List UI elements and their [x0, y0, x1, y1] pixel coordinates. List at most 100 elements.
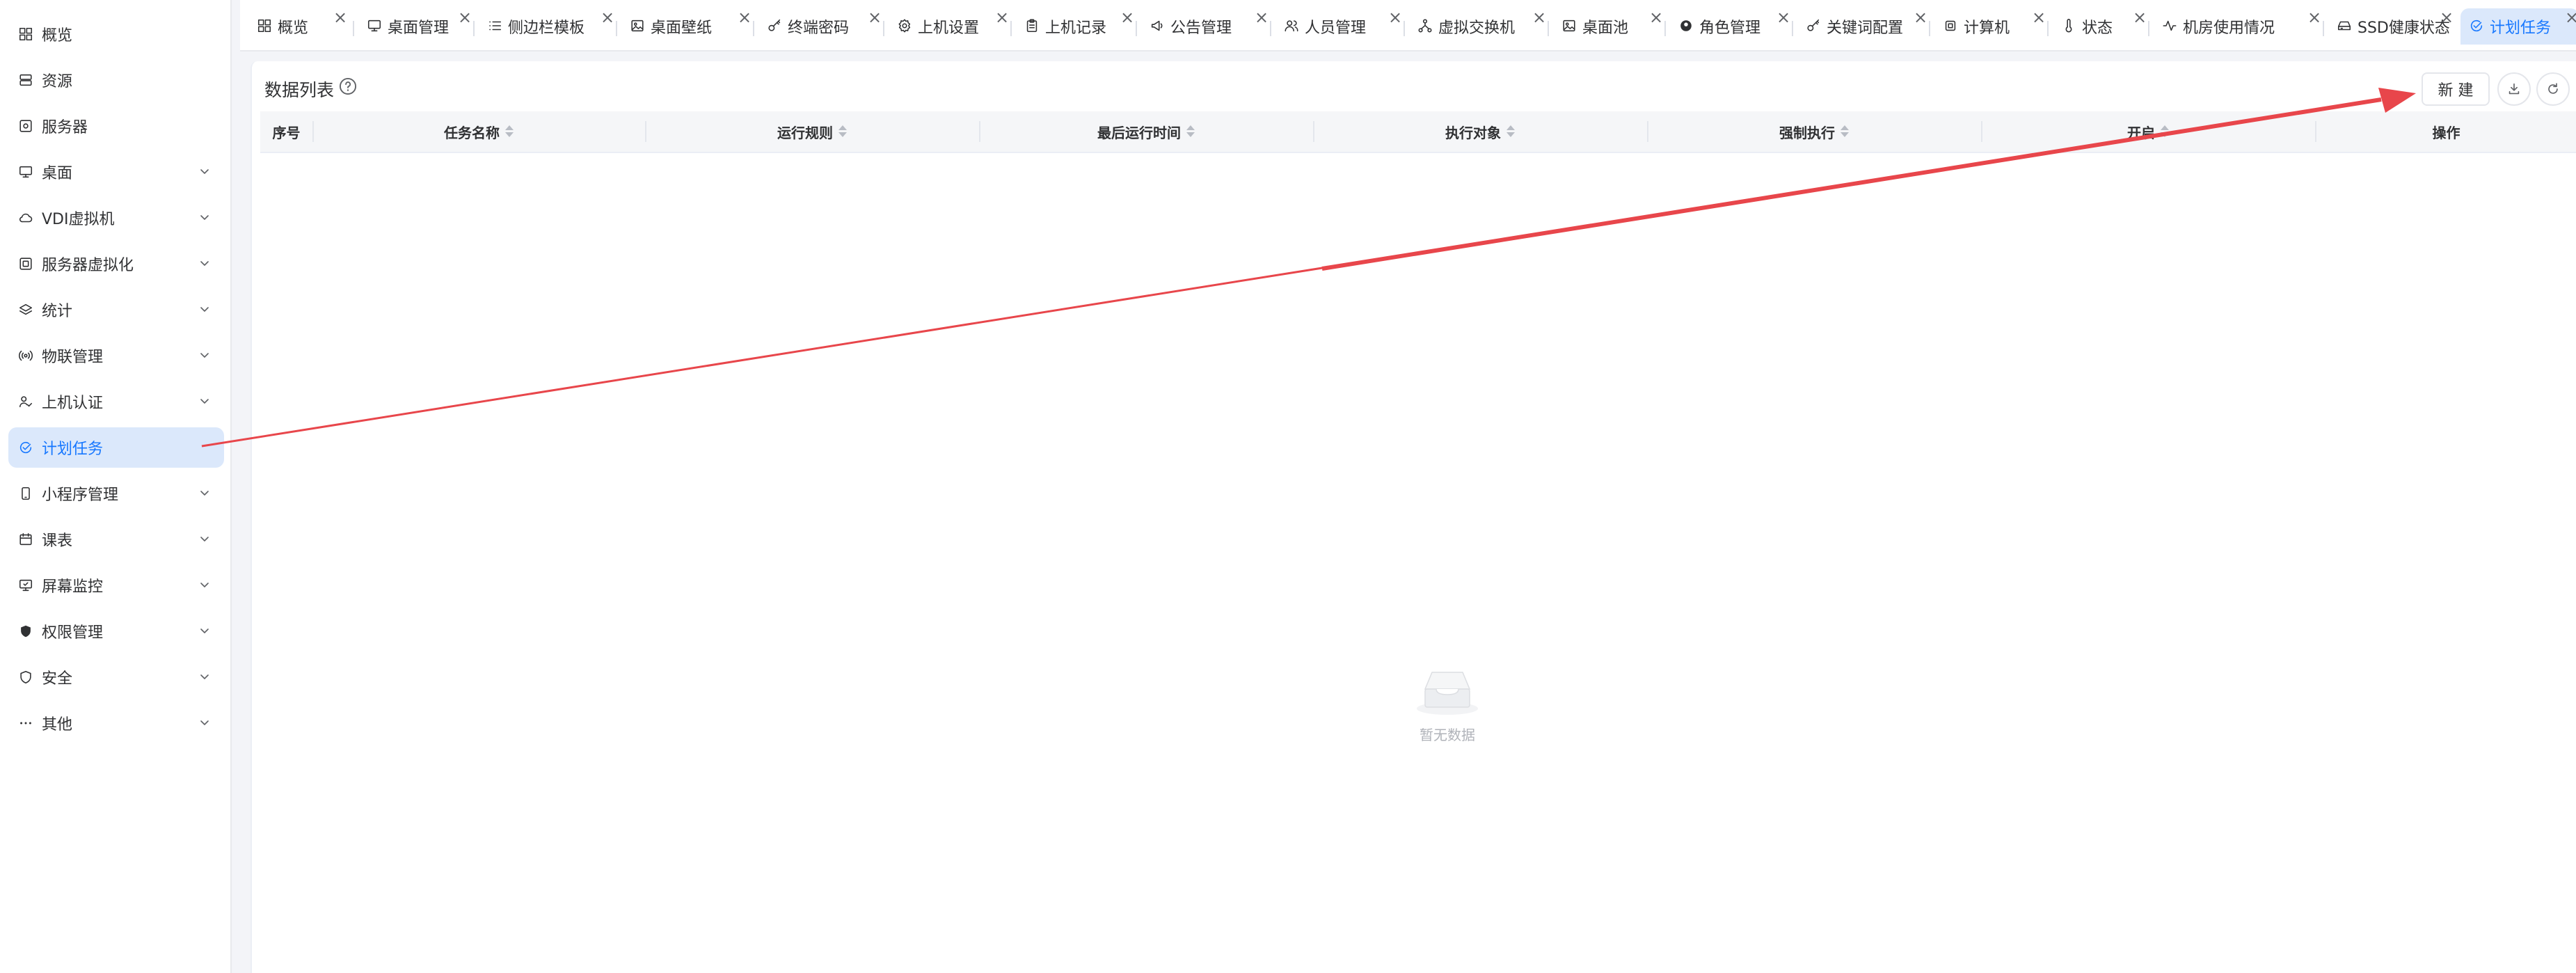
- monitor-icon: [19, 166, 33, 178]
- tab-close-icon[interactable]: ×: [995, 9, 1009, 26]
- tab-2[interactable]: 桌面管理: [358, 8, 472, 45]
- page-title: 数据列表: [264, 80, 335, 100]
- sidebar-item-6[interactable]: 服务器虚拟化: [8, 244, 224, 284]
- chevron-down-icon[interactable]: [199, 349, 210, 361]
- gear-icon: [897, 18, 914, 35]
- tab-close-icon[interactable]: ×: [1120, 9, 1134, 26]
- sidebar-item-10[interactable]: 计划任务: [8, 427, 224, 468]
- tab-6[interactable]: 上机设置: [889, 8, 1009, 45]
- column-header[interactable]: 最后运行时间: [979, 111, 1313, 152]
- sidebar-item-4[interactable]: 桌面: [8, 152, 224, 192]
- sidebar-item-7[interactable]: 统计: [8, 290, 224, 330]
- tab-16[interactable]: 机房使用情况: [2154, 8, 2321, 45]
- sort-icon[interactable]: [1506, 125, 1515, 139]
- key-icon: [767, 18, 784, 35]
- column-header-label: 执行对象: [1445, 124, 1501, 141]
- chevron-down-icon[interactable]: [199, 533, 210, 544]
- tab-close-icon[interactable]: ×: [2565, 9, 2576, 26]
- column-divider: [979, 121, 980, 142]
- sort-icon[interactable]: [838, 125, 847, 139]
- chevron-down-icon[interactable]: [199, 671, 210, 682]
- chevron-down-icon[interactable]: [199, 717, 210, 728]
- list-icon: [489, 21, 502, 31]
- tab-1[interactable]: 概览: [248, 8, 347, 45]
- tab-18[interactable]: 计划任务: [2460, 8, 2576, 45]
- tab-close-icon[interactable]: ×: [601, 9, 614, 26]
- tab-4[interactable]: 桌面壁纸: [621, 8, 752, 45]
- sort-icon[interactable]: [2161, 125, 2169, 139]
- key-icon: [1806, 18, 1822, 35]
- tab-close-icon[interactable]: ×: [868, 9, 882, 26]
- sort-icon[interactable]: [505, 125, 514, 139]
- chevron-down-icon[interactable]: [199, 625, 210, 636]
- sidebar-item-1[interactable]: 概览: [8, 14, 224, 54]
- chevron-down-icon[interactable]: [199, 303, 210, 315]
- chevron-down-icon[interactable]: [199, 579, 210, 590]
- new-button[interactable]: 新 建: [2422, 72, 2490, 106]
- sort-icon[interactable]: [1840, 125, 1849, 139]
- tab-close-icon[interactable]: ×: [2032, 9, 2046, 26]
- chevron-down-icon[interactable]: [199, 166, 210, 177]
- sidebar-item-label: 屏幕监控: [42, 578, 104, 596]
- chevron-down-icon[interactable]: [199, 487, 210, 498]
- tab-close-icon[interactable]: ×: [1914, 9, 1927, 26]
- help-icon[interactable]: [338, 77, 358, 96]
- sidebar-item-3[interactable]: 服务器: [8, 106, 224, 146]
- sidebar-item-13[interactable]: 屏幕监控: [8, 565, 224, 606]
- tab-close-icon[interactable]: ×: [2307, 9, 2321, 26]
- tab-11[interactable]: 桌面池: [1553, 8, 1663, 45]
- sidebar-item-12[interactable]: 课表: [8, 519, 224, 560]
- tab-close-icon[interactable]: ×: [2133, 9, 2147, 26]
- sidebar-item-8[interactable]: 物联管理: [8, 335, 224, 376]
- column-header: 序号: [260, 111, 312, 152]
- download-button[interactable]: [2497, 72, 2531, 106]
- refresh-button[interactable]: [2536, 72, 2570, 106]
- tab-close-icon[interactable]: ×: [1388, 9, 1402, 26]
- data-list-panel: 数据列表 新 建 序号 任务名称 运行规则 最后运行时间 执行对象 强制执行 开启 操作 暂无…: [251, 61, 2576, 973]
- activity-icon: [2162, 18, 2179, 35]
- tab-14[interactable]: 计算机: [1934, 8, 2046, 45]
- column-header[interactable]: 开启: [1981, 111, 2315, 152]
- server-stack-icon: [19, 74, 32, 86]
- tab-7[interactable]: 上机记录: [1016, 8, 1134, 45]
- column-header[interactable]: 执行对象: [1313, 111, 1647, 152]
- sidebar-item-5[interactable]: VDI虚拟机: [8, 198, 224, 238]
- tab-divider: [1136, 21, 1137, 36]
- tab-close-icon[interactable]: ×: [738, 9, 752, 26]
- tab-close-icon[interactable]: ×: [333, 9, 347, 26]
- sidebar-item-14[interactable]: 权限管理: [8, 611, 224, 651]
- chevron-down-icon[interactable]: [199, 212, 210, 223]
- sidebar-item-16[interactable]: 其他: [8, 703, 224, 743]
- column-header[interactable]: 运行规则: [645, 111, 979, 152]
- column-header[interactable]: 强制执行: [1647, 111, 1981, 152]
- tab-close-icon[interactable]: ×: [1649, 9, 1663, 26]
- tab-close-icon[interactable]: ×: [1255, 9, 1269, 26]
- tab-13[interactable]: 关键词配置: [1797, 8, 1927, 45]
- tab-3[interactable]: 侧边栏模板: [479, 8, 614, 45]
- tab-label: 计划任务: [2490, 19, 2552, 37]
- tab-close-icon[interactable]: ×: [458, 9, 472, 26]
- broadcast-icon: [18, 350, 33, 361]
- sidebar-item-2[interactable]: 资源: [8, 60, 224, 100]
- chevron-down-icon[interactable]: [199, 395, 210, 406]
- phone-icon: [22, 486, 30, 500]
- tab-5[interactable]: 终端密码: [758, 8, 882, 45]
- chevron-down-icon[interactable]: [199, 258, 210, 269]
- tab-close-icon[interactable]: ×: [1532, 9, 1546, 26]
- key-icon: [768, 19, 781, 31]
- sidebar-item-15[interactable]: 安全: [8, 657, 224, 697]
- column-header[interactable]: 任务名称: [312, 111, 645, 152]
- sort-icon[interactable]: [1186, 125, 1195, 139]
- tab-12[interactable]: 角色管理: [1670, 8, 1790, 45]
- tab-close-icon[interactable]: ×: [2440, 9, 2454, 26]
- tab-close-icon[interactable]: ×: [1776, 9, 1790, 26]
- broadcast-icon: [17, 347, 35, 365]
- sidebar-item-9[interactable]: 上机认证: [8, 381, 224, 422]
- sidebar-item-11[interactable]: 小程序管理: [8, 473, 224, 514]
- tab-10[interactable]: 虚拟交换机: [1409, 8, 1546, 45]
- column-divider: [2315, 121, 2316, 142]
- tab-8[interactable]: 公告管理: [1141, 8, 1269, 45]
- tab-17[interactable]: SSD健康状态: [2328, 8, 2454, 45]
- clock-check-icon: [17, 438, 35, 457]
- tab-9[interactable]: 人员管理: [1275, 8, 1402, 45]
